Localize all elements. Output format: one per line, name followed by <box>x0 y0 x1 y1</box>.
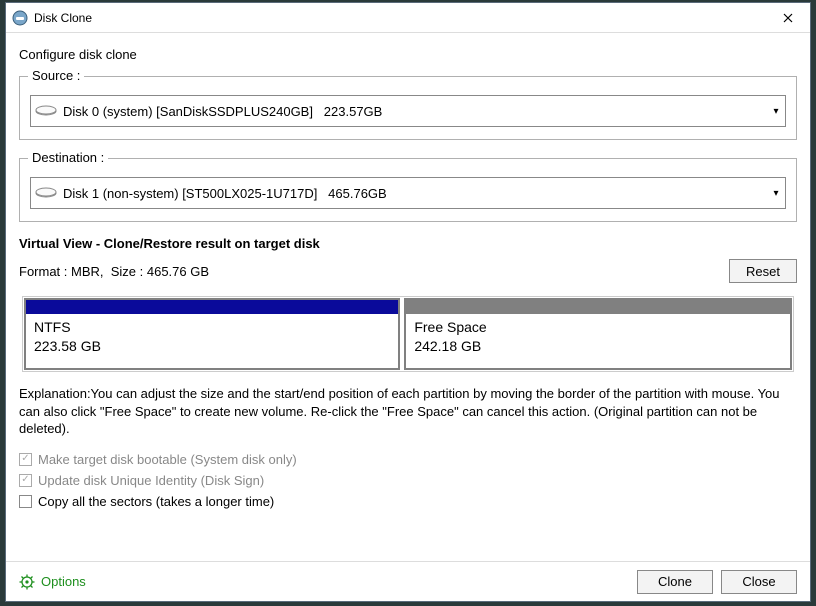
destination-group: Destination : Disk 1 (non-system) [ST500… <box>19 158 797 222</box>
destination-disk-text: Disk 1 (non-system) [ST500LX025-1U717D] … <box>61 186 767 201</box>
check-make-bootable: ✓ Make target disk bootable (System disk… <box>19 452 797 467</box>
partition-color-stripe <box>26 300 398 314</box>
virtual-view-bold: Virtual View <box>19 236 92 251</box>
partition-size: 242.18 GB <box>414 337 782 356</box>
titlebar: Disk Clone <box>6 3 810 33</box>
clone-button[interactable]: Clone <box>637 570 713 594</box>
dialog-body: Configure disk clone Source : Disk 0 (sy… <box>6 33 810 525</box>
disk-icon <box>31 105 61 117</box>
gear-icon <box>19 574 35 590</box>
partition-name: NTFS <box>34 318 390 337</box>
reset-button[interactable]: Reset <box>729 259 797 283</box>
checkbox-icon: ✓ <box>19 453 32 466</box>
partition-free-space[interactable]: Free Space 242.18 GB <box>404 298 792 370</box>
close-button[interactable] <box>766 3 810 33</box>
partition-name: Free Space <box>414 318 782 337</box>
check-label: Make target disk bootable (System disk o… <box>38 452 297 467</box>
virtual-view-rest: - Clone/Restore result on target disk <box>92 236 320 251</box>
checkbox-icon <box>19 495 32 508</box>
check-label: Copy all the sectors (takes a longer tim… <box>38 494 274 509</box>
partition-canvas: NTFS 223.58 GB Free Space 242.18 GB <box>19 293 797 375</box>
virtual-view-heading: Virtual View - Clone/Restore result on t… <box>19 236 797 251</box>
destination-legend: Destination : <box>28 150 108 165</box>
partition-body: NTFS 223.58 GB <box>26 314 398 360</box>
check-label: Update disk Unique Identity (Disk Sign) <box>38 473 264 488</box>
app-icon <box>12 10 28 26</box>
checkbox-group: ✓ Make target disk bootable (System disk… <box>19 452 797 509</box>
explanation-text: Explanation:You can adjust the size and … <box>19 385 797 438</box>
dialog-window: Disk Clone Configure disk clone Source :… <box>5 2 811 602</box>
disk-icon <box>31 187 61 199</box>
source-legend: Source : <box>28 68 84 83</box>
options-link[interactable]: Options <box>19 574 629 590</box>
close-footer-button[interactable]: Close <box>721 570 797 594</box>
partition-ntfs[interactable]: NTFS 223.58 GB <box>24 298 400 370</box>
window-title: Disk Clone <box>34 11 766 25</box>
check-update-unique: ✓ Update disk Unique Identity (Disk Sign… <box>19 473 797 488</box>
chevron-down-icon: ▾ <box>767 106 785 117</box>
destination-disk-combo[interactable]: Disk 1 (non-system) [ST500LX025-1U717D] … <box>30 177 786 209</box>
format-line: Format : MBR, Size : 465.76 GB <box>19 264 729 279</box>
footer: Options Clone Close <box>6 561 810 601</box>
format-row: Format : MBR, Size : 465.76 GB Reset <box>19 259 797 283</box>
source-disk-combo[interactable]: Disk 0 (system) [SanDiskSSDPLUS240GB] 22… <box>30 95 786 127</box>
partition-color-stripe <box>406 300 790 314</box>
check-copy-all-sectors[interactable]: Copy all the sectors (takes a longer tim… <box>19 494 797 509</box>
configure-label: Configure disk clone <box>19 47 797 62</box>
chevron-down-icon: ▾ <box>767 188 785 199</box>
source-disk-text: Disk 0 (system) [SanDiskSSDPLUS240GB] 22… <box>61 104 767 119</box>
checkbox-icon: ✓ <box>19 474 32 487</box>
partition-body: Free Space 242.18 GB <box>406 314 790 360</box>
source-group: Source : Disk 0 (system) [SanDiskSSDPLUS… <box>19 76 797 140</box>
options-label: Options <box>41 574 86 589</box>
partition-size: 223.58 GB <box>34 337 390 356</box>
close-icon <box>783 13 793 23</box>
